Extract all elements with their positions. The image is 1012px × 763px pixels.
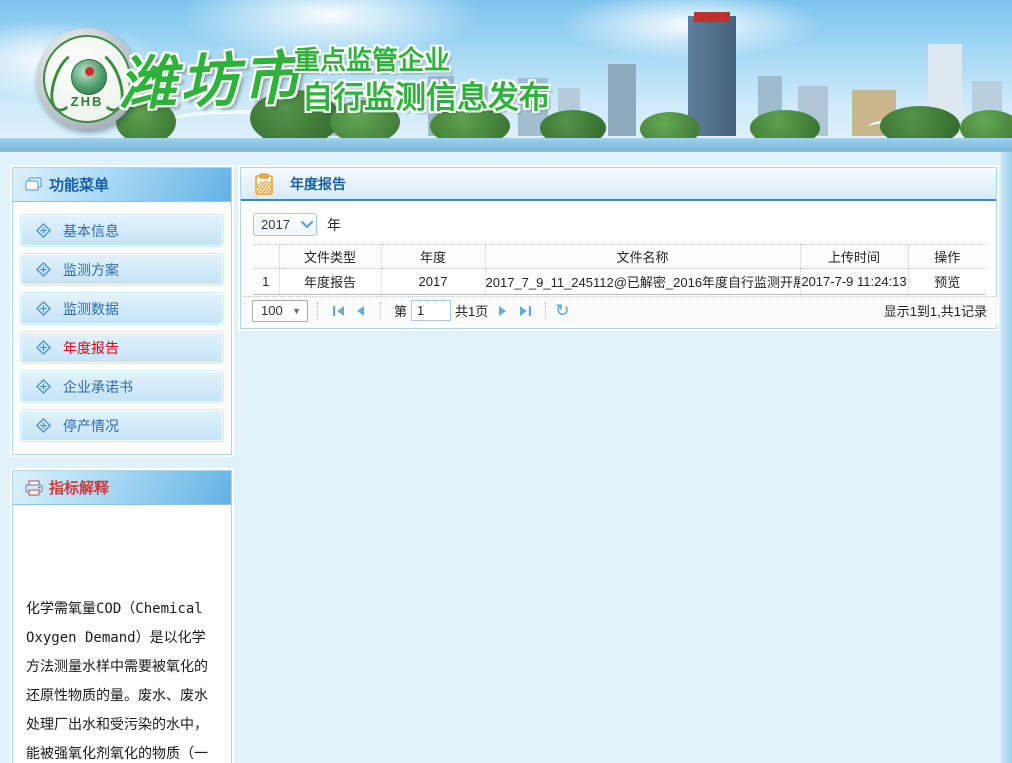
sidebar-item-production-halt[interactable]: 停产情况 bbox=[21, 410, 223, 441]
record-summary: 显示1到1,共1记录 bbox=[884, 301, 987, 320]
sidebar-item-monitoring-data[interactable]: 监测数据 bbox=[21, 293, 223, 324]
function-menu-header: 功能菜单 bbox=[13, 168, 231, 202]
page-prefix: 第 bbox=[394, 301, 407, 320]
red-dot-icon bbox=[85, 67, 94, 76]
pager-separator bbox=[380, 302, 381, 320]
col-action: 操作 bbox=[908, 245, 986, 269]
annual-report-panel: 年度报告 2017 年 文件类型 年度 文件名称 上传时间 操作 1 年度 bbox=[240, 167, 997, 329]
globe-icon bbox=[71, 59, 107, 95]
col-index bbox=[253, 245, 279, 269]
cell-index: 1 bbox=[253, 269, 279, 295]
cell-file-name: 2017_7_9_11_245112@已解密_2016年度自行监测开展情况年 bbox=[485, 269, 800, 295]
diamond-nav-icon bbox=[36, 301, 51, 316]
page-size-select[interactable]: 100 ▼ bbox=[252, 300, 308, 322]
banner-subtitle-2: 自行监测信息发布 bbox=[302, 72, 550, 117]
pager-separator bbox=[545, 302, 546, 320]
year-label: 年 bbox=[327, 215, 341, 235]
col-file-name: 文件名称 bbox=[485, 245, 800, 269]
col-year: 年度 bbox=[381, 245, 485, 269]
diamond-nav-icon bbox=[36, 379, 51, 394]
sidebar-item-label: 监测方案 bbox=[63, 260, 119, 280]
col-file-type: 文件类型 bbox=[279, 245, 381, 269]
prev-page-button[interactable] bbox=[349, 301, 371, 321]
year-select[interactable]: 2017 bbox=[253, 213, 317, 236]
diamond-nav-icon bbox=[36, 223, 51, 238]
caret-down-icon: ▼ bbox=[292, 306, 301, 316]
annual-report-table: 文件类型 年度 文件名称 上传时间 操作 1 年度报告 2017 2017_7_… bbox=[253, 244, 986, 295]
diamond-nav-icon bbox=[36, 262, 51, 277]
preview-link[interactable]: 预览 bbox=[908, 269, 986, 295]
page-right-edge bbox=[1001, 152, 1012, 763]
sidebar-item-label: 年度报告 bbox=[63, 338, 119, 358]
sidebar-item-label: 基本信息 bbox=[63, 221, 119, 241]
building-sign-decor bbox=[694, 12, 730, 22]
function-menu-title: 功能菜单 bbox=[49, 174, 109, 195]
sidebar-item-annual-report[interactable]: 年度报告 bbox=[21, 332, 223, 363]
clipboard-icon bbox=[254, 173, 274, 195]
cell-upload-time: 2017-7-9 11:24:13 bbox=[800, 269, 908, 295]
sidebar-item-label: 停产情况 bbox=[63, 416, 119, 436]
next-page-button[interactable] bbox=[492, 301, 514, 321]
first-page-button[interactable] bbox=[327, 301, 349, 321]
page-number-input[interactable] bbox=[411, 300, 451, 321]
diamond-nav-icon bbox=[36, 418, 51, 433]
indicator-title: 指标解释 bbox=[49, 477, 109, 498]
river-decor bbox=[0, 138, 1012, 150]
folder-icon bbox=[25, 177, 43, 192]
logo-text: ZHB bbox=[45, 94, 129, 109]
pagination-bar: 100 ▼ 第 共1页 ↻ 显示1到1,共1记录 bbox=[242, 296, 997, 324]
sidebar-item-label: 企业承诺书 bbox=[63, 377, 133, 397]
indicator-panel: 指标解释 化学需氧量COD（Chemical Oxygen Demand）是以化… bbox=[12, 470, 232, 763]
year-select-value: 2017 bbox=[261, 217, 290, 232]
building-decor bbox=[608, 64, 636, 136]
sidebar-item-label: 监测数据 bbox=[63, 299, 119, 319]
city-title: 潍坊市 bbox=[117, 31, 306, 121]
sidebar-item-monitoring-plan[interactable]: 监测方案 bbox=[21, 254, 223, 285]
sidebar-item-basic-info[interactable]: 基本信息 bbox=[21, 215, 223, 246]
printer-icon bbox=[25, 480, 43, 496]
table-header-row: 文件类型 年度 文件名称 上传时间 操作 bbox=[253, 245, 986, 269]
header-banner: ZHB 潍坊市 重点监管企业 自行监测信息发布 bbox=[0, 0, 1012, 152]
table-row: 1 年度报告 2017 2017_7_9_11_245112@已解密_2016年… bbox=[253, 269, 986, 295]
page-title: 年度报告 bbox=[290, 174, 346, 194]
indicator-text: 化学需氧量COD（Chemical Oxygen Demand）是以化学方法测量… bbox=[13, 505, 231, 763]
last-page-button[interactable] bbox=[514, 301, 536, 321]
cell-file-type: 年度报告 bbox=[279, 269, 381, 295]
cell-year: 2017 bbox=[381, 269, 485, 295]
indicator-header: 指标解释 bbox=[13, 471, 231, 505]
page-suffix: 共1页 bbox=[455, 301, 488, 320]
menu-items: 基本信息 监测方案 监测数据 年度报告 企业承诺书 停产情况 bbox=[13, 202, 231, 441]
sidebar-item-commitment-letter[interactable]: 企业承诺书 bbox=[21, 371, 223, 402]
refresh-icon[interactable]: ↻ bbox=[555, 302, 569, 319]
year-filter: 2017 年 bbox=[253, 213, 341, 236]
function-menu-panel: 功能菜单 基本信息 监测方案 监测数据 年度报告 企业承诺书 停产情况 bbox=[12, 167, 232, 455]
chevron-down-icon bbox=[301, 221, 313, 229]
building-decor bbox=[688, 16, 736, 136]
annual-report-header: 年度报告 bbox=[241, 168, 996, 201]
pager-separator bbox=[317, 302, 318, 320]
col-upload-time: 上传时间 bbox=[800, 245, 908, 269]
page-size-value: 100 bbox=[261, 303, 283, 318]
diamond-nav-icon bbox=[36, 340, 51, 355]
